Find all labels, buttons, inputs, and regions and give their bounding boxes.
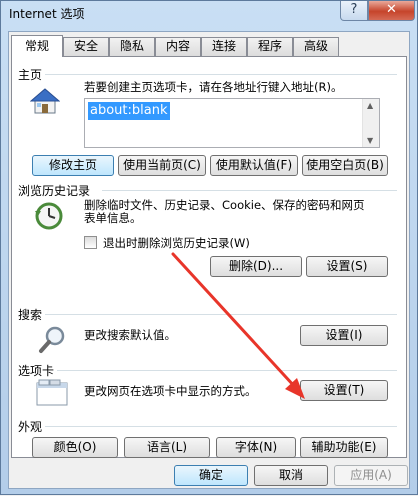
annotation-arrow [171,252,305,399]
tab-general[interactable]: 常规 [11,35,63,57]
internet-options-window: Internet 选项 ? ✕ 常规 安全 隐私 内容 连接 程序 高级 主页 … [0,0,418,495]
